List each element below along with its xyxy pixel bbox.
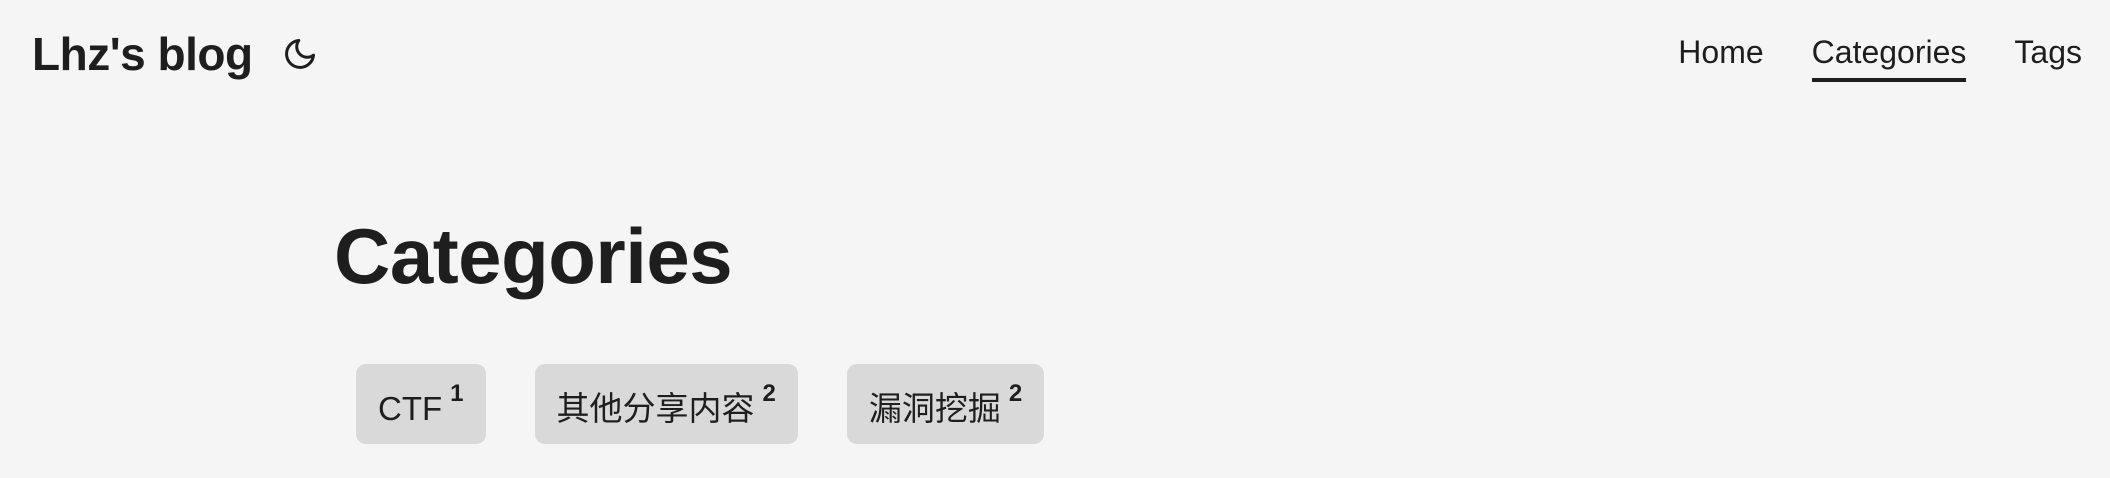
moon-icon — [285, 39, 315, 69]
category-count: 1 — [450, 380, 464, 407]
category-item-other-sharing[interactable]: 其他分享内容 2 — [534, 364, 798, 444]
nav-item-categories[interactable]: Categories — [1811, 28, 1966, 82]
category-count: 2 — [1008, 380, 1023, 407]
nav-item-home[interactable]: Home — [1678, 28, 1763, 80]
site-header: Lhz's blog Home Categories Tags — [0, 0, 2110, 110]
nav-item-tags[interactable]: Tags — [2014, 28, 2082, 80]
category-label: 漏洞挖掘 — [868, 390, 1001, 427]
category-list: CTF 1 其他分享内容 2 漏洞挖掘 2 — [356, 364, 1045, 444]
category-label: CTF — [378, 390, 443, 427]
category-label: 其他分享内容 — [556, 390, 755, 427]
category-item-ctf[interactable]: CTF 1 — [356, 364, 486, 444]
theme-toggle-button[interactable] — [282, 36, 318, 72]
main-nav: Home Categories Tags — [1678, 28, 2082, 82]
page-title: Categories — [334, 212, 733, 300]
category-item-vuln-research[interactable]: 漏洞挖掘 2 — [846, 364, 1045, 444]
category-count: 2 — [762, 380, 776, 407]
site-logo[interactable]: Lhz's blog — [32, 22, 253, 86]
